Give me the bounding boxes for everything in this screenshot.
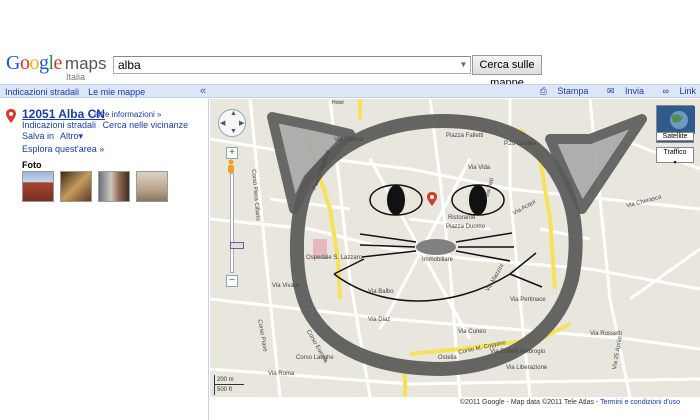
link-icon: ∞ xyxy=(662,86,669,96)
zoom-out-button[interactable]: − xyxy=(226,275,238,287)
photo-thumbnail[interactable] xyxy=(22,171,54,202)
directions-link[interactable]: Indicazioni stradali xyxy=(5,87,79,97)
collapse-panel-icon[interactable]: « xyxy=(200,85,206,97)
my-maps-link[interactable]: Le mie mappe xyxy=(88,87,145,97)
pan-down-icon[interactable]: ▼ xyxy=(230,128,237,135)
results-panel: 12051 Alba CN - altre informazioni » Ind… xyxy=(0,99,209,420)
send-link[interactable]: ✉ Invia xyxy=(599,86,644,96)
pegman-icon[interactable] xyxy=(226,159,236,173)
red-pin-icon xyxy=(6,109,16,123)
search-dropdown-icon[interactable]: ▼ xyxy=(457,57,470,73)
logo-country: Italia xyxy=(66,72,86,82)
pan-left-icon[interactable]: ◀ xyxy=(220,119,225,127)
copyright: ©2011 Google - Map data ©2011 Tele Atlas… xyxy=(460,399,680,406)
photo-thumbnails xyxy=(22,171,171,205)
map-label: Via Cuneo xyxy=(458,329,486,335)
traffic-label: Traffico xyxy=(663,149,687,156)
map-label: Ristorante xyxy=(448,215,476,221)
logo-maps: maps xyxy=(64,54,107,73)
map-label: Corso Langhe xyxy=(296,355,334,361)
explore-area-link[interactable]: Esplora quest'area » xyxy=(22,144,104,154)
map-label: Via Vida xyxy=(468,165,491,171)
scale-imperial: 500 ft xyxy=(217,387,233,393)
result-actions: Indicazioni stradali Cerca nelle vicinan… xyxy=(22,120,207,142)
search-nearby-action[interactable]: Cerca nelle vicinanze xyxy=(103,120,189,130)
directions-action[interactable]: Indicazioni stradali xyxy=(22,120,96,130)
zoom-slider-handle[interactable] xyxy=(230,242,244,249)
save-in-action[interactable]: Salva in xyxy=(22,131,54,141)
map-label: Immobiliare xyxy=(422,257,454,263)
map-label: Piazza Duomo xyxy=(446,224,486,230)
header: Googlemaps Italia ▼ Cerca sulle mappe xyxy=(0,0,700,89)
satellite-label[interactable]: Satellite xyxy=(656,132,694,141)
map-footer: ©2011 Google - Map data ©2011 Tele Atlas… xyxy=(210,397,700,420)
map-label: Via Roma xyxy=(268,371,295,377)
map-label: Via Diaz xyxy=(368,317,391,323)
map-label: Via Fratelli Ambrogio xyxy=(490,349,546,355)
map-label: Via Vivaro xyxy=(272,283,300,289)
zoom-in-button[interactable]: + xyxy=(226,147,238,159)
traffic-button[interactable]: Traffico ▼ xyxy=(656,147,694,166)
map-label: Via Cavour xyxy=(334,137,364,143)
search-button[interactable]: Cerca sulle mappe xyxy=(472,55,542,89)
print-icon: ⎙ xyxy=(539,86,547,96)
map-label: Via Pertinace xyxy=(510,297,546,303)
photo-thumbnail[interactable] xyxy=(60,171,93,202)
more-action[interactable]: Altro▾ xyxy=(60,131,83,141)
map-roads: Hotel xyxy=(210,99,700,397)
link-link[interactable]: ∞ Link xyxy=(655,86,696,96)
map-label: Via Balbo xyxy=(368,289,394,295)
map-label: Ospedale S. Lazzaro xyxy=(306,255,363,261)
map-canvas[interactable]: Hotel Piazza Medford Via Cavour Piazza F… xyxy=(210,99,700,397)
chevron-down-icon: ▼ xyxy=(672,160,678,166)
map-scale: 200 m 500 ft xyxy=(214,375,244,395)
zoom-control: + − xyxy=(226,147,244,287)
photo-label: Foto xyxy=(22,160,42,170)
map-label: P.zo Cesare xyxy=(504,141,537,147)
google-maps-logo[interactable]: Google maps Italia xyxy=(6,52,106,82)
print-link[interactable]: ⎙ Stampa xyxy=(532,86,589,96)
copyright-text: ©2011 Google - Map data ©2011 Tele Atlas… xyxy=(459,399,601,406)
pan-right-icon[interactable]: ▶ xyxy=(239,119,244,127)
photo-thumbnail[interactable] xyxy=(136,171,169,202)
pan-control[interactable]: ▲ ▼ ◀ ▶ xyxy=(218,109,246,137)
scale-metric: 200 m xyxy=(215,375,244,385)
zoom-slider-track[interactable] xyxy=(230,173,244,273)
search-input[interactable] xyxy=(113,56,471,74)
map-label: Ostelia xyxy=(438,355,457,361)
logo-google: Google xyxy=(6,52,62,74)
terms-link[interactable]: Termini e condizioni d'uso xyxy=(600,399,680,406)
email-icon: ✉ xyxy=(606,86,615,96)
satellite-preview-icon xyxy=(657,106,695,134)
map-label: Piazza Falletti xyxy=(446,133,484,139)
svg-text:Hotel: Hotel xyxy=(332,100,344,106)
photo-thumbnail[interactable] xyxy=(98,171,131,202)
map-label: Via Liberazione xyxy=(506,365,548,371)
top-bar: Indicazioni stradali Le mie mappe « ⎙ St… xyxy=(0,84,700,98)
pan-up-icon[interactable]: ▲ xyxy=(230,110,237,117)
more-info-link[interactable]: - altre informazioni » xyxy=(89,110,161,119)
